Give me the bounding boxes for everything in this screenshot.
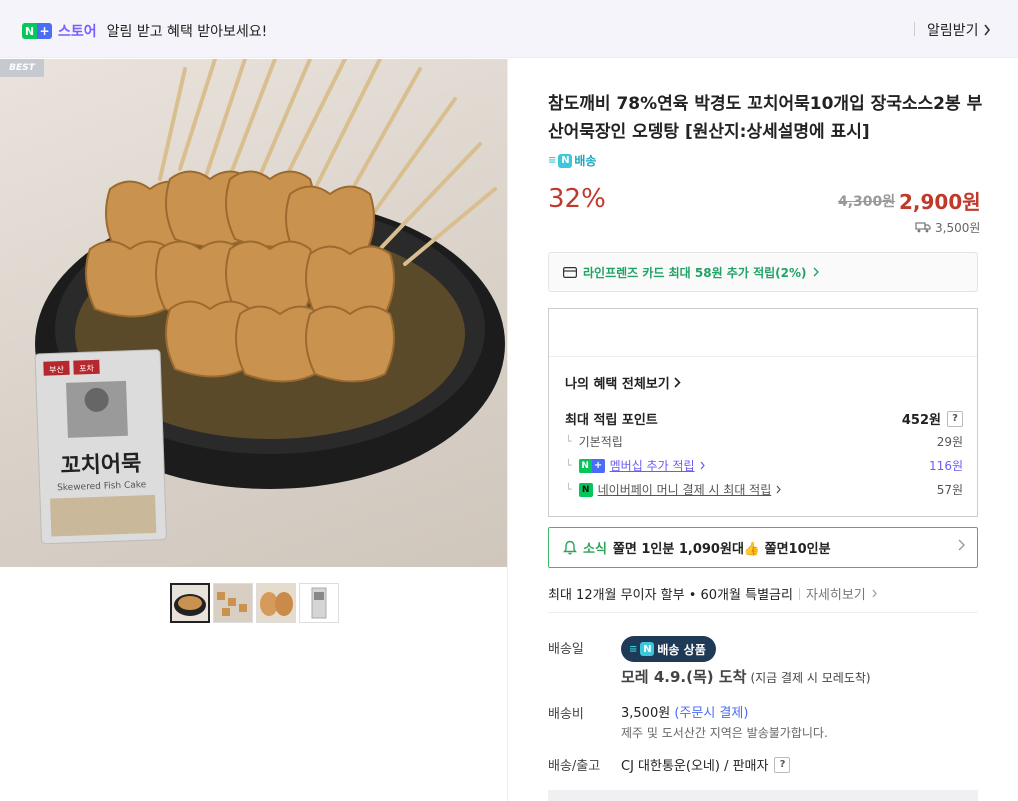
installment-more-link[interactable]: 자세히보기 <box>806 584 866 603</box>
npay-points-row: └ N 네이버페이 머니 결제 시 최대 적립 57원 <box>565 481 963 498</box>
product-title: 참도깨비 78%연육 박경도 꼬치어묵10개입 장국소스2봉 부산어묵장인 오뎅… <box>548 94 983 142</box>
chevron-right-icon <box>674 377 681 388</box>
credit-card-icon <box>563 266 577 278</box>
naver-plus-icon: N + <box>22 23 52 39</box>
speed-lines-icon: ≡ <box>629 643 638 655</box>
chevron-right-icon <box>700 461 705 470</box>
divider <box>798 587 800 600</box>
chevron-right-icon <box>983 24 990 36</box>
card-promo-text: 라인프렌즈 카드 최대 58원 추가 적립(2%) <box>583 265 807 280</box>
bottom-section-edge <box>548 790 978 801</box>
chevron-right-icon <box>813 267 819 277</box>
npay-link[interactable]: 네이버페이 머니 결제 시 최대 적립 <box>598 481 772 498</box>
store-news-banner[interactable]: 소식 쫄면 1인분 1,090원대👍 쫄면10인분 <box>548 527 978 568</box>
max-points-label: 최대 적립 포인트 <box>565 413 658 428</box>
shipping-fee-detail: 3,500원 (주문시 결제) <box>621 702 748 721</box>
basic-points-row: └ 기본적립 29원 <box>565 433 963 450</box>
store-label: 스토어 <box>58 24 97 40</box>
package-label-pocha: 포차 <box>79 364 95 374</box>
tree-branch-icon: └ <box>565 435 572 448</box>
shipping-fee-value: 3,500원 <box>935 221 981 235</box>
delivery-badge: ≡ N 배송 <box>548 152 596 169</box>
thumbnail-strip <box>170 583 339 623</box>
arrival-note: (지금 결제 시 모레도착) <box>750 671 871 685</box>
thumbnail-4[interactable] <box>299 583 339 623</box>
delivery-badge-label: 배송 <box>574 154 597 168</box>
n-delivery-icon: N <box>640 642 655 656</box>
shipping-fee: 3,500원 <box>915 219 980 236</box>
help-icon[interactable]: ? <box>774 756 791 773</box>
arrival-date: 모레 4.9.(목) 도착 <box>621 668 747 686</box>
product-main-image[interactable]: 부산 포차 꼬치어묵 Skewered Fish Cake BEST <box>0 59 507 567</box>
package-label-busan: 부산 <box>49 364 65 375</box>
naver-pay-icon: N <box>578 482 593 497</box>
benefit-box: 나의 혜택 전체보기 최대 적립 포인트 452원 ? └ 기본적립 29원 └ … <box>548 308 978 517</box>
alarm-label: 알림받기 <box>927 23 979 39</box>
discount-rate: 32% <box>548 184 606 214</box>
original-price: 4,300원 <box>838 194 896 210</box>
basic-points-value: 29원 <box>936 435 963 449</box>
delivery-product-badge: ≡ N 배송 상품 <box>621 636 716 662</box>
card-promo-link[interactable]: 라인프렌즈 카드 최대 58원 추가 적립(2%) <box>548 252 978 292</box>
view-all-label: 나의 혜택 전체보기 <box>565 377 670 392</box>
max-points-value: 452원 <box>901 413 941 428</box>
delivery-pill-label: 배송 상품 <box>657 642 706 657</box>
shipping-restriction-note: 제주 및 도서산간 지역은 발송불가합니다. <box>621 726 828 740</box>
thumbnail-3[interactable] <box>256 583 296 623</box>
alarm-button[interactable]: 알림받기 <box>927 20 991 40</box>
max-points-row: 최대 적립 포인트 452원 ? <box>565 409 963 428</box>
npay-points-value: 57원 <box>936 483 963 497</box>
arrival-info: 모레 4.9.(목) 도착 (지금 결제 시 모레도착) <box>621 666 871 687</box>
bell-icon <box>563 540 577 555</box>
thumbnail-2[interactable] <box>213 583 253 623</box>
speed-lines-icon: ≡ <box>548 155 557 166</box>
shipping-fee-label: 배송비 <box>548 707 584 722</box>
installment-info: 최대 12개월 무이자 할부 • 60개월 특별금리 자세히보기 <box>548 584 877 603</box>
news-tag: 소식 <box>583 542 607 557</box>
help-icon[interactable]: ? <box>947 410 963 427</box>
package-brand: 꼬치어묵 <box>60 451 142 479</box>
benefit-header-area <box>549 309 977 357</box>
view-all-benefits-link[interactable]: 나의 혜택 전체보기 <box>565 373 681 392</box>
fee-value: 3,500원 <box>621 706 671 721</box>
panel-divider <box>507 59 508 801</box>
membership-points-row: └ N + 멤버십 추가 적립 116원 <box>565 457 963 474</box>
naver-plus-icon: N + <box>578 458 605 474</box>
chevron-right-icon <box>958 539 965 555</box>
n-delivery-icon: N <box>558 153 573 168</box>
best-badge: BEST <box>0 59 44 77</box>
membership-link[interactable]: 멤버십 추가 적립 <box>610 457 695 474</box>
notification-banner: N + 스토어 알림 받고 혜택 받아보세요! 알림받기 <box>0 0 1018 58</box>
sale-price: 2,900원 <box>899 190 981 214</box>
membership-points-value: 116원 <box>929 459 963 473</box>
courier-value: CJ 대한통운(오네) / 판매자 <box>621 759 769 774</box>
chevron-right-icon <box>872 589 877 598</box>
delivery-date-label: 배송일 <box>548 642 584 657</box>
banner-message: 알림 받고 혜택 받아보세요! <box>106 24 268 40</box>
courier-info: CJ 대한통운(오네) / 판매자 ? <box>621 755 791 774</box>
courier-label: 배송/출고 <box>548 759 601 774</box>
fee-pay-method: (주문시 결제) <box>674 706 749 721</box>
store-logo: N + 스토어 알림 받고 혜택 받아보세요! <box>22 21 267 41</box>
tree-branch-icon: └ <box>565 459 572 472</box>
chevron-right-icon <box>776 485 782 494</box>
section-divider <box>548 612 978 613</box>
max-points-value-wrap: 452원 ? <box>902 409 963 428</box>
basic-points-label: 기본적립 <box>578 435 623 449</box>
truck-icon <box>915 222 931 233</box>
divider <box>914 22 915 36</box>
tree-branch-icon: └ <box>565 483 572 496</box>
installment-text: 최대 12개월 무이자 할부 • 60개월 특별금리 <box>548 588 793 603</box>
thumbnail-1[interactable] <box>170 583 210 623</box>
fishcake-photo: 부산 포차 꼬치어묵 Skewered Fish Cake <box>34 59 505 545</box>
news-text: 쫄면 1인분 1,090원대👍 쫄면10인분 <box>612 542 831 557</box>
